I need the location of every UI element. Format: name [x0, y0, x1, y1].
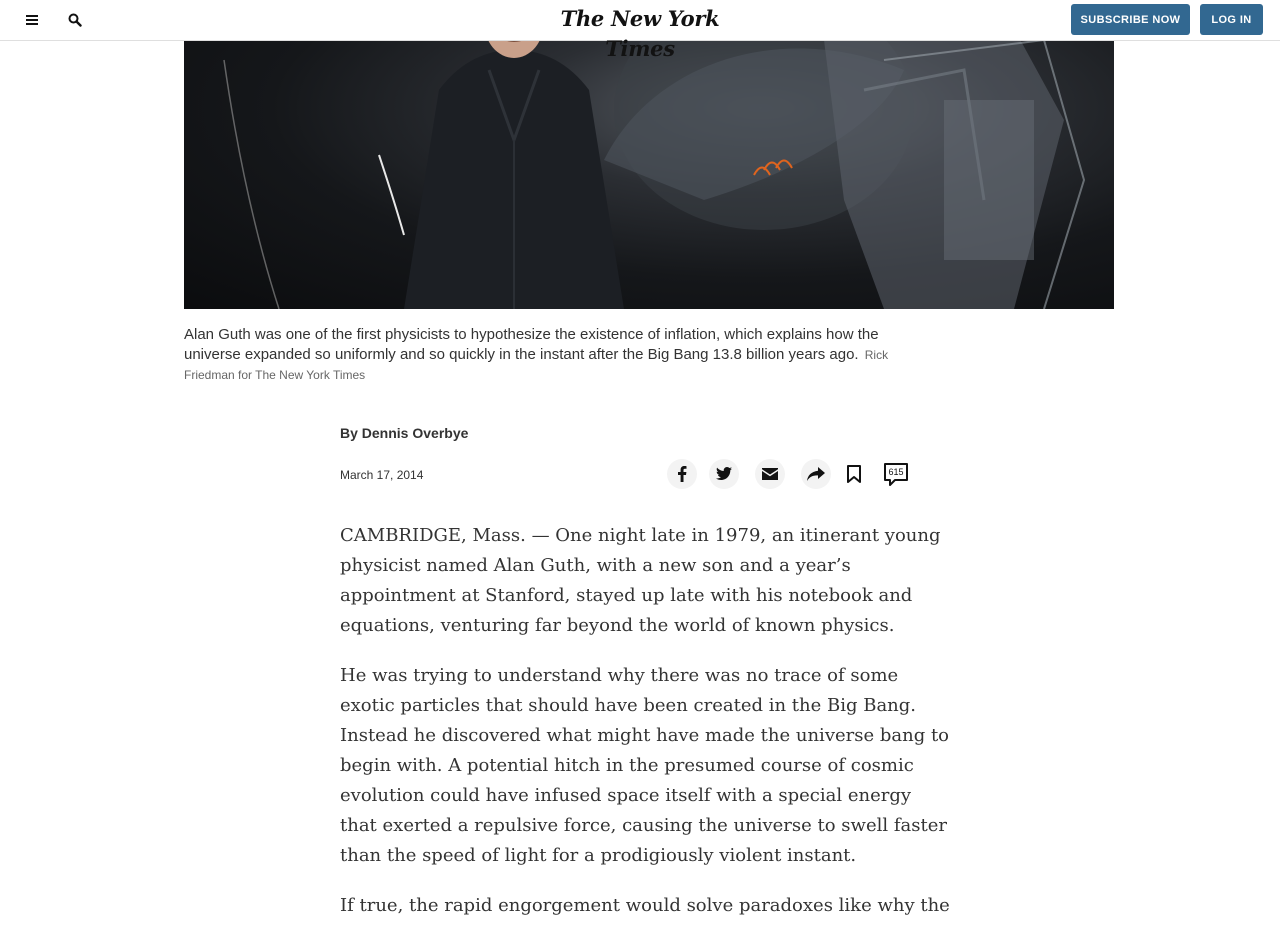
hamburger-menu-icon[interactable]: [22, 10, 42, 30]
photo-caption: Alan Guth was one of the first physicist…: [184, 325, 914, 385]
nyt-logo[interactable]: The New York Times: [540, 4, 740, 61]
login-button[interactable]: LOG IN: [1200, 4, 1263, 35]
subscribe-button[interactable]: SUBSCRIBE NOW: [1071, 4, 1190, 35]
facebook-icon[interactable]: [667, 459, 697, 489]
share-icon[interactable]: [801, 459, 831, 489]
publish-date: March 17, 2014: [340, 468, 424, 482]
top-navigation-bar: The New York Times SUBSCRIBE NOW LOG IN: [0, 0, 1280, 61]
article-paragraph: If true, the rapid engorgement would sol…: [340, 895, 950, 916]
article-body: CAMBRIDGE, Mass. — One night late in 197…: [340, 521, 950, 941]
search-icon[interactable]: [65, 10, 85, 30]
comments-icon[interactable]: 615: [882, 461, 910, 489]
email-icon[interactable]: [755, 459, 785, 489]
article-paragraph: He was trying to understand why there wa…: [340, 665, 950, 866]
comments-count: 615: [888, 467, 904, 477]
byline[interactable]: By Dennis Overbye: [340, 425, 468, 441]
bookmark-icon[interactable]: [842, 460, 866, 488]
caption-text: Alan Guth was one of the first physicist…: [184, 326, 879, 363]
article-paragraph: CAMBRIDGE, Mass. — One night late in 197…: [340, 525, 941, 636]
twitter-icon[interactable]: [709, 459, 739, 489]
